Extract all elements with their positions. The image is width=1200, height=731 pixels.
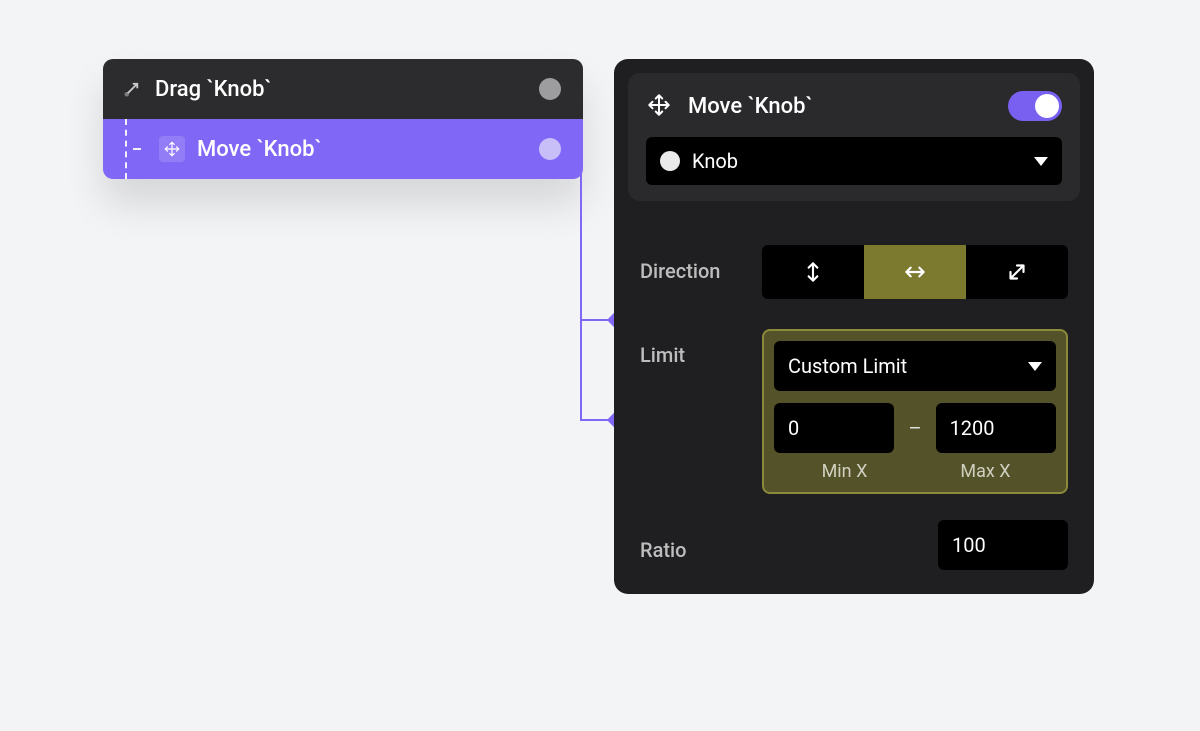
- inspector-title: Move `Knob`: [688, 94, 994, 119]
- node-list: Drag `Knob` Move `Knob`: [103, 59, 583, 179]
- tree-indent: [125, 119, 141, 179]
- limit-row: Limit Custom Limit 0 – 1200 Min X Max X: [614, 329, 1094, 494]
- min-x-caption: Min X: [774, 461, 915, 482]
- direction-segment: [762, 245, 1068, 299]
- drag-icon: [121, 78, 143, 100]
- node-drag-label: Drag `Knob`: [155, 77, 271, 102]
- node-move[interactable]: Move `Knob`: [103, 119, 583, 179]
- direction-label: Direction: [640, 245, 744, 283]
- node-drag[interactable]: Drag `Knob`: [103, 59, 583, 119]
- target-dot-icon: [660, 151, 680, 171]
- limit-min-input[interactable]: 0: [774, 403, 894, 453]
- max-x-caption: Max X: [915, 461, 1056, 482]
- limit-mode-label: Custom Limit: [788, 354, 1028, 378]
- direction-free[interactable]: [966, 245, 1068, 299]
- chevron-down-icon: [1034, 157, 1048, 166]
- target-select[interactable]: Knob: [646, 137, 1062, 185]
- status-dot[interactable]: [539, 138, 561, 160]
- limit-min-value: 0: [788, 416, 799, 440]
- limit-max-value: 1200: [950, 416, 995, 440]
- ratio-row: Ratio 100: [614, 520, 1094, 570]
- node-move-label: Move `Knob`: [197, 137, 322, 162]
- ratio-label: Ratio: [640, 528, 744, 562]
- limit-group: Custom Limit 0 – 1200 Min X Max X: [762, 329, 1068, 494]
- range-separator: –: [904, 416, 925, 440]
- move-icon: [159, 136, 185, 162]
- inspector-panel: Move `Knob` Knob Direction Limit: [614, 59, 1094, 594]
- enable-toggle[interactable]: [1008, 91, 1062, 121]
- move-icon: [646, 92, 674, 120]
- limit-label: Limit: [640, 329, 744, 367]
- ratio-value: 100: [952, 533, 986, 557]
- limit-mode-select[interactable]: Custom Limit: [774, 341, 1056, 391]
- target-label: Knob: [692, 149, 1022, 173]
- direction-row: Direction: [614, 245, 1094, 299]
- limit-max-input[interactable]: 1200: [936, 403, 1056, 453]
- direction-vertical[interactable]: [762, 245, 864, 299]
- direction-horizontal[interactable]: [864, 245, 966, 299]
- inspector-header: Move `Knob` Knob: [628, 73, 1080, 201]
- chevron-down-icon: [1028, 362, 1042, 371]
- ratio-input[interactable]: 100: [938, 520, 1068, 570]
- status-dot[interactable]: [539, 78, 561, 100]
